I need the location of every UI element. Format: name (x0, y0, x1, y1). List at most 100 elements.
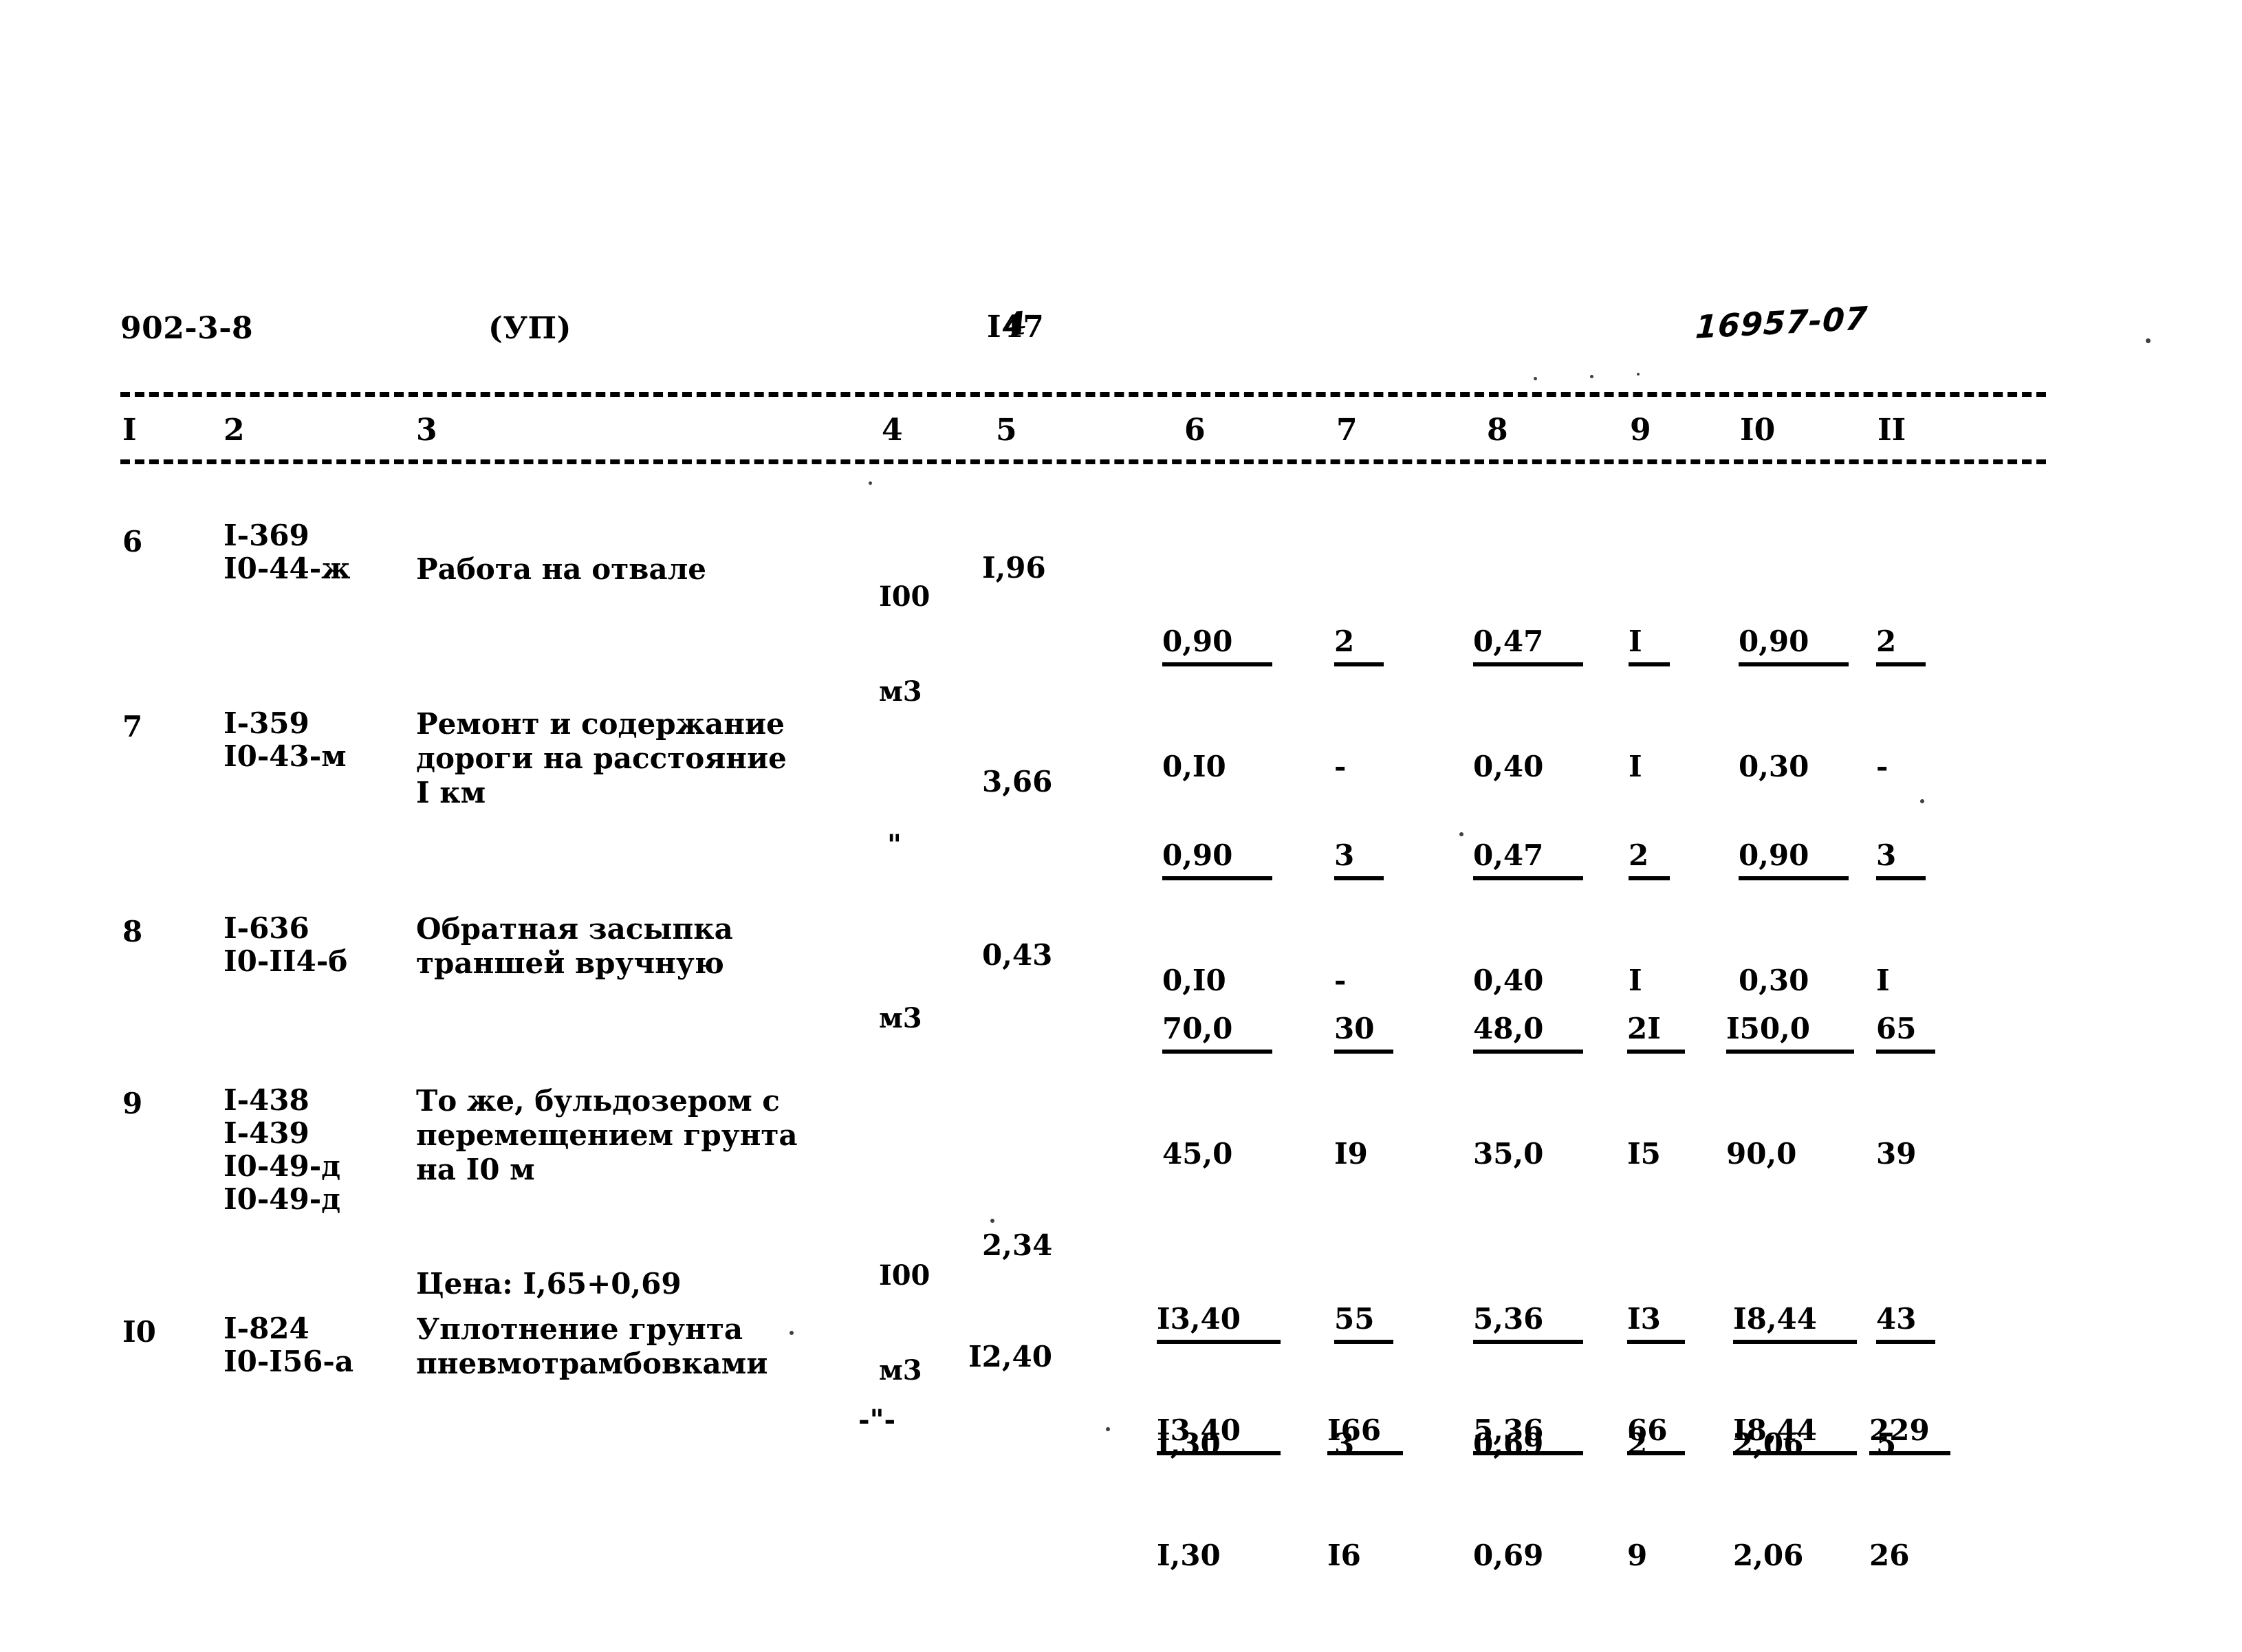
fraction-denominator: 39 (1876, 1137, 1917, 1171)
row-fraction-col8: 5,36 0,69 (1473, 1334, 1583, 1652)
fraction-numerator: 70,0 (1162, 1010, 1272, 1054)
scan-speck (990, 1219, 994, 1223)
fraction-numerator: 0,47 (1473, 836, 1583, 880)
row-codes: I-636 I0-II4-б (224, 912, 347, 978)
row-fraction-col11: 65 39 (1876, 933, 1935, 1250)
scan-speck (1459, 832, 1463, 836)
fraction-numerator: 2 (1629, 836, 1670, 880)
row-description-line: Работа на отвале (416, 552, 707, 586)
row-description-line: перемещением грунта (416, 1118, 798, 1152)
row-description: То же, бульдозером с перемещением грунта… (416, 1084, 798, 1187)
row-code-line: I-438 (224, 1083, 309, 1117)
fraction-denominator: 45,0 (1162, 1137, 1233, 1171)
fraction-denominator: I9 (1334, 1137, 1368, 1171)
row-value-col5: I2,40 (968, 1340, 1052, 1373)
row-unit-line: " (887, 829, 902, 861)
row-number: 7 (122, 710, 143, 743)
row-fraction-col11: 229 26 (1869, 1334, 1950, 1652)
row-unit-line: м3 (879, 675, 922, 708)
fraction-numerator: 48,0 (1473, 1010, 1583, 1054)
fraction-numerator: 3 (1876, 836, 1926, 880)
fraction-numerator: 66 (1627, 1411, 1685, 1455)
fraction-numerator: 2 (1334, 622, 1384, 666)
row-unit: м3 (879, 939, 955, 1098)
row-description-line: Ремонт и содержание (416, 707, 785, 741)
row-description: Работа на отвале (416, 552, 706, 587)
row-value-col5: 3,66 (982, 765, 1053, 798)
fraction-numerator: 0,90 (1162, 622, 1272, 666)
row-fraction-col10: I50,0 90,0 (1726, 933, 1854, 1250)
scan-speck (1590, 375, 1593, 378)
fraction-numerator: 0,47 (1473, 622, 1583, 666)
row-unit: " (887, 766, 964, 924)
row-description-line: траншей вручную (416, 946, 724, 980)
fraction-denominator: 2,06 (1733, 1539, 1804, 1572)
row-code-line: I0-43-м (224, 739, 347, 773)
row-code-line: I-636 (224, 911, 309, 945)
row-fraction-col9: 66 9 (1627, 1334, 1685, 1652)
row-code-line: I0-II4-б (224, 944, 348, 978)
fraction-numerator: 0,90 (1162, 836, 1272, 880)
fraction-denominator: I5 (1627, 1137, 1661, 1171)
row-codes: I-369 I0-44-ж (224, 519, 351, 585)
scan-speck (790, 1331, 794, 1335)
fraction-denominator: 35,0 (1473, 1137, 1544, 1171)
row-description-line: пневмотрамбовками (416, 1347, 768, 1380)
row-unit: I00 м3 (879, 518, 955, 771)
fraction-numerator: 65 (1876, 1010, 1935, 1054)
row-unit-line: I00 (879, 1259, 930, 1292)
row-description: Обратная засыпка траншей вручную (416, 912, 733, 981)
row-code-line: I0-I56-а (224, 1345, 354, 1378)
fraction-denominator: 9 (1627, 1539, 1648, 1572)
fraction-denominator: I,30 (1157, 1539, 1221, 1572)
fraction-denominator: I6 (1327, 1539, 1361, 1572)
scanned-page: 902-3-8 (УП) I47 4 16957-07 I 2 3 4 5 6 … (0, 0, 2242, 1633)
row-unit-line: -"- (858, 1404, 896, 1436)
fraction-numerator: I8,44 (1733, 1411, 1857, 1455)
scan-speck (2146, 338, 2151, 343)
row-description: Уплотнение грунта пневмотрамбовками (416, 1312, 768, 1381)
row-unit-line: I00 (879, 580, 930, 613)
row-unit-line: м3 (879, 1002, 922, 1034)
row-code-line: I0-49-д (224, 1149, 341, 1183)
fraction-numerator: 30 (1334, 1010, 1393, 1054)
row-fraction-col6: I3,40 I,30 (1157, 1334, 1281, 1652)
row-unit: -"- (858, 1341, 935, 1499)
fraction-numerator: 3 (1334, 836, 1384, 880)
scan-speck (1637, 373, 1640, 376)
row-fraction-col7: 30 I9 (1334, 933, 1393, 1250)
row-code-line: I-824 (224, 1312, 309, 1345)
row-number: 6 (122, 525, 143, 558)
row-description-line: Уплотнение грунта (416, 1312, 743, 1346)
row-price-note: Цена: I,65+0,69 (416, 1267, 682, 1301)
fraction-denominator: 26 (1869, 1539, 1910, 1572)
row-codes: I-438 I-439 I0-49-д I0-49-д (224, 1084, 340, 1216)
row-code-line: I-359 (224, 706, 309, 740)
row-number: 9 (122, 1087, 143, 1120)
fraction-numerator: 0,90 (1739, 622, 1849, 666)
scan-speck (1920, 799, 1924, 803)
row-codes: I-824 I0-I56-а (224, 1312, 353, 1378)
row-number: 8 (122, 915, 143, 948)
row-description-line: То же, бульдозером с (416, 1084, 780, 1118)
row-description: Ремонт и содержание дороги на расстояние… (416, 707, 787, 810)
row-code-line: I-369 (224, 519, 309, 552)
fraction-numerator: 2 (1876, 622, 1926, 666)
row-description-line: дороги на расстояние (416, 741, 787, 775)
row-fraction-col8: 48,0 35,0 (1473, 933, 1583, 1250)
fraction-numerator: I66 (1327, 1411, 1403, 1455)
row-code-line: I-439 (224, 1116, 309, 1150)
fraction-numerator: 229 (1869, 1411, 1950, 1455)
fraction-numerator: 2I (1627, 1010, 1685, 1054)
row-codes: I-359 I0-43-м (224, 707, 347, 773)
row-fraction-col10: I8,44 2,06 (1733, 1334, 1857, 1652)
row-description-line: I км (416, 776, 486, 809)
fraction-numerator: I50,0 (1726, 1010, 1854, 1054)
row-code-line: I0-49-д (224, 1182, 341, 1216)
scan-speck (1534, 377, 1537, 380)
fraction-denominator: 90,0 (1726, 1137, 1797, 1171)
scan-speck (869, 481, 872, 485)
row-fraction-col6: 70,0 45,0 (1162, 933, 1272, 1250)
row-value-col5: I,96 (982, 551, 1046, 585)
fraction-numerator: 0,90 (1739, 836, 1849, 880)
